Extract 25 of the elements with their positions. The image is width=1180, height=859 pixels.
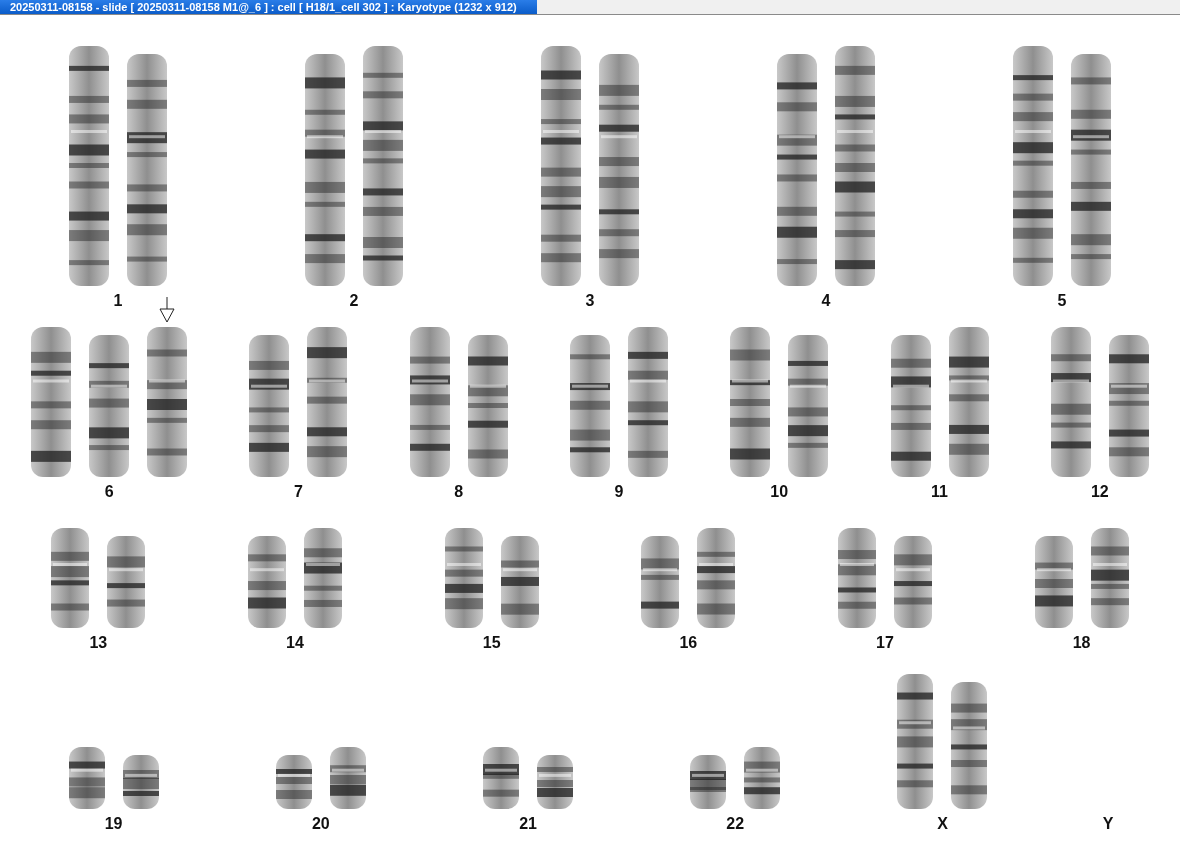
chromosome-label: 9 [614,483,624,501]
chromosome-label: 20 [311,815,330,833]
chromosome-label: 4 [821,292,831,310]
chromosome-label: Y [1102,815,1114,833]
chromosome-label: 21 [519,815,537,833]
chromosome-label: 2 [349,292,359,310]
chromosome-label: 18 [1072,634,1091,652]
chromosome-label: 17 [876,634,894,652]
chromosome-label: 7 [293,483,303,501]
chromosome-label: 11 [931,483,948,501]
chromosome-label: 22 [726,815,745,833]
chromosome-label: 8 [454,483,464,501]
chromosome-label: 15 [482,634,501,652]
chromosome-label: 19 [104,815,123,833]
chromosome-label: 14 [286,634,304,652]
chromosome-label: 10 [770,483,789,501]
chromosome-label: 5 [1057,292,1067,310]
chromosome-label: X [937,815,948,833]
chromosome-label: 1 [113,292,123,310]
chromosome-label: 12 [1090,483,1109,501]
window-title: 20250311-08158 - slide [ 20250311-08158 M1@_6 ] : cell [ H18/1_cell 302 ] : Karyotype (1232 x 912) [0,0,537,14]
chromosome-label: 16 [679,634,698,652]
chromosome-label: 6 [104,483,114,501]
chromosome-label: 3 [585,292,595,310]
chromosome-label: 13 [89,634,108,652]
